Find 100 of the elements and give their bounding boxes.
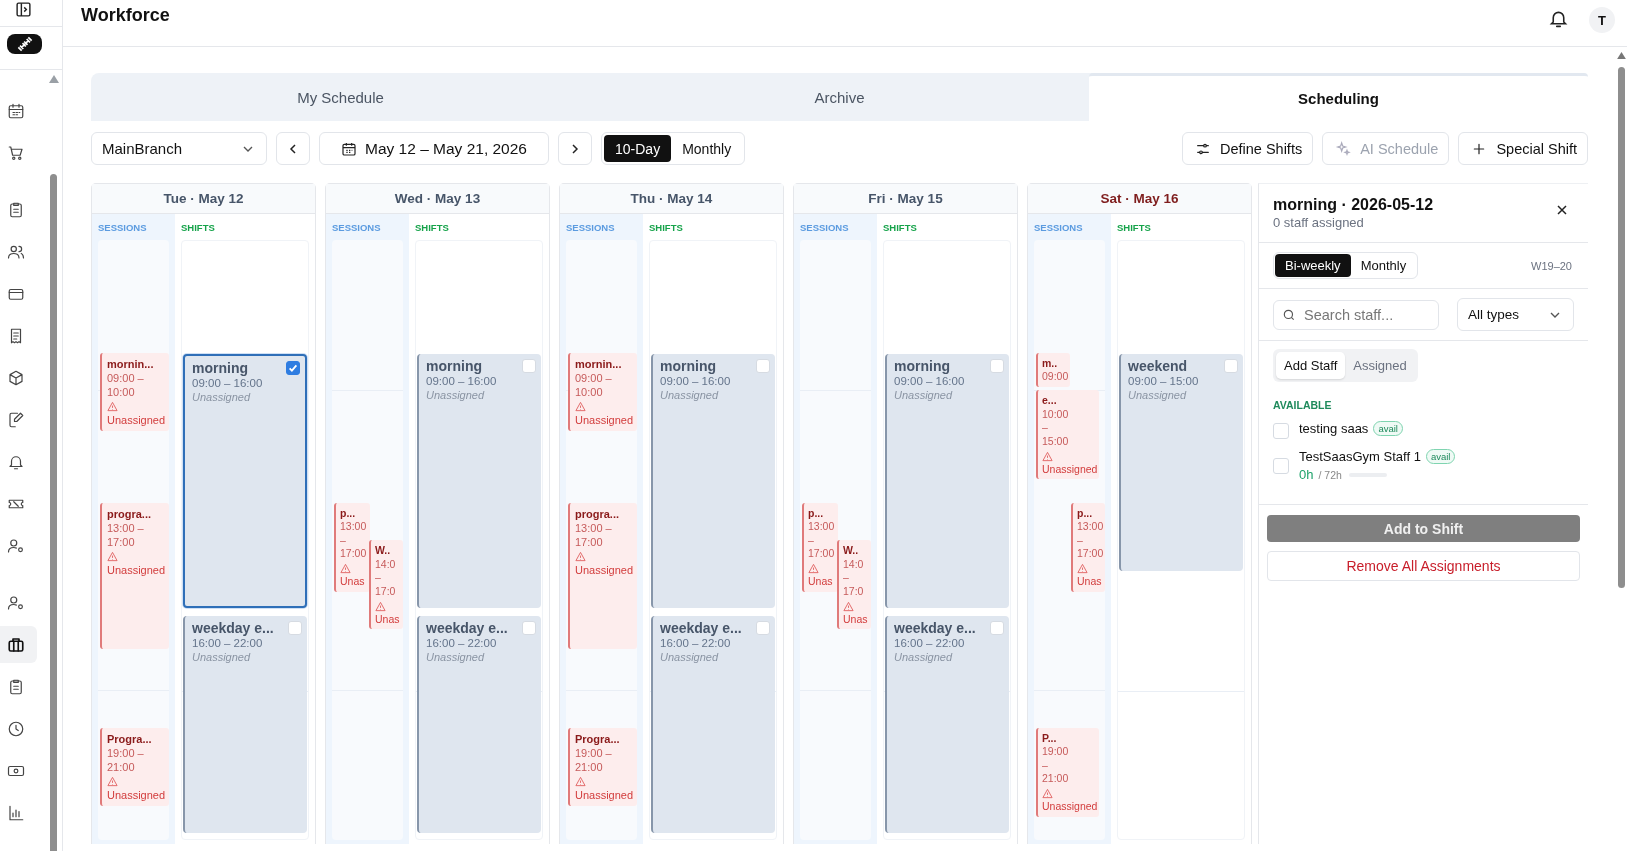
session-card[interactable]: p... 13:00 – 17:00 Unas: [334, 502, 370, 592]
shift-card[interactable]: weekday e... 16:00 – 22:00 Unassigned: [183, 616, 307, 833]
session-status: Unas: [375, 612, 401, 627]
session-card[interactable]: mornin... 09:00 – 10:00 Unassigned: [100, 352, 169, 431]
scroll-up-arrow-icon[interactable]: [49, 75, 59, 83]
tab[interactable]: Scheduling: [1089, 73, 1588, 121]
column-label: SHIFTS: [1117, 220, 1152, 235]
session-card[interactable]: m.. 09:00: [1036, 352, 1071, 387]
period-option[interactable]: Monthly: [1350, 254, 1417, 277]
shift-card[interactable]: weekday e... 16:00 – 22:00 Unassigned: [885, 616, 1009, 833]
shift-card[interactable]: morning 09:00 – 16:00 Unassigned: [885, 353, 1009, 608]
session-card[interactable]: P... 19:00 – 21:00 Unassigned: [1036, 727, 1100, 817]
warning-icon: [575, 551, 586, 563]
shift-card[interactable]: morning 09:00 – 16:00 Unassigned: [183, 353, 307, 608]
session-status: Unassigned: [1042, 800, 1098, 814]
warning-icon: [808, 563, 819, 575]
session-title: W..: [375, 544, 392, 558]
session-title: mornin...: [107, 356, 155, 371]
nav-item[interactable]: [0, 626, 37, 663]
session-title: mornin...: [575, 356, 623, 371]
panel-title: morning · 2026-05-12: [1273, 196, 1434, 214]
date-range-button[interactable]: May 12 – May 21, 2026: [319, 132, 549, 165]
shift-time: 16:00 – 22:00: [894, 637, 966, 649]
calendar-icon: [341, 140, 357, 157]
mode-tab[interactable]: Add Staff: [1276, 352, 1346, 379]
session-status: Unassigned: [107, 563, 167, 578]
action-button[interactable]: Define Shifts: [1181, 132, 1314, 165]
type-select[interactable]: All types: [1457, 298, 1574, 331]
branch-select[interactable]: MainBranch: [91, 132, 267, 165]
session-card[interactable]: progra... 13:00 – 17:00 Unassigned: [568, 502, 637, 649]
column-label: SESSIONS: [566, 220, 616, 235]
week-label: W19–20: [1531, 259, 1572, 272]
session-time: 13:00 – 17:00: [1077, 520, 1104, 562]
session-card[interactable]: mornin... 09:00 – 10:00 Unassigned: [568, 352, 637, 431]
view-option[interactable]: 10-Day: [604, 135, 672, 162]
shift-status: Unassigned: [192, 390, 252, 403]
shift-status: Unassigned: [1128, 388, 1188, 401]
warning-icon: [375, 600, 386, 612]
session-title: W..: [843, 544, 860, 558]
session-card[interactable]: p... 13:00 – 17:00 Unas: [802, 502, 838, 592]
shift-status: Unassigned: [426, 388, 486, 401]
session-title: p...: [808, 506, 825, 521]
sidebar-toggle-icon[interactable]: [15, 1, 32, 18]
column-label: SHIFTS: [181, 220, 216, 235]
period-option[interactable]: Bi-weekly: [1275, 254, 1351, 277]
action-button[interactable]: Special Shift: [1458, 132, 1588, 165]
search-field[interactable]: Search staff...: [1273, 299, 1439, 330]
session-card[interactable]: W.. 14:0 – 17:0 Unas: [837, 540, 871, 630]
staff-name: testing saas: [1299, 421, 1369, 436]
session-time: 14:0 – 17:0: [375, 557, 397, 599]
session-title: e...: [1042, 394, 1058, 408]
checkbox[interactable]: [286, 360, 300, 375]
session-card[interactable]: W.. 14:0 – 17:0 Unas: [369, 540, 403, 630]
remove-all-button[interactable]: Remove All Assignments: [1267, 551, 1580, 581]
session-status: Unassigned: [575, 563, 635, 578]
day-header: Wed · May 13: [326, 184, 549, 214]
session-status: Unas: [843, 612, 869, 627]
session-time: 19:00 – 21:00: [1042, 745, 1070, 787]
view-option[interactable]: Monthly: [671, 135, 743, 162]
session-time: 09:00 – 10:00: [107, 370, 145, 400]
session-title: Progra...: [107, 731, 153, 746]
shift-time: 16:00 – 22:00: [660, 637, 732, 649]
panel-subtitle: 0 staff assigned: [1273, 215, 1365, 230]
shift-card[interactable]: morning 09:00 – 16:00 Unassigned: [417, 353, 541, 608]
shift-title: morning: [894, 357, 951, 374]
shift-card[interactable]: morning 09:00 – 16:00 Unassigned: [651, 353, 775, 608]
warning-icon: [340, 563, 351, 575]
user-gear-icon: [7, 593, 25, 612]
session-title: P...: [1042, 731, 1058, 746]
session-card[interactable]: e... 10:00 – 15:00 Unassigned: [1036, 390, 1100, 480]
session-time: 13:00 – 17:00: [575, 520, 613, 550]
session-time: 19:00 – 21:00: [107, 745, 145, 775]
shift-card[interactable]: weekday e... 16:00 – 22:00 Unassigned: [651, 616, 775, 833]
session-card[interactable]: progra... 13:00 – 17:00 Unassigned: [100, 502, 169, 649]
shift-status: Unassigned: [660, 651, 720, 663]
shift-title: weekday e...: [894, 620, 977, 636]
mode-tab[interactable]: Assigned: [1345, 352, 1415, 379]
session-title: progra...: [107, 506, 152, 521]
availability-badge: avail: [1373, 421, 1403, 436]
session-time: 09:00: [1042, 370, 1069, 384]
tab[interactable]: My Schedule: [91, 73, 590, 121]
shift-card[interactable]: weekend 09:00 – 15:00 Unassigned: [1119, 353, 1243, 571]
column-label: SESSIONS: [1034, 220, 1084, 235]
session-card[interactable]: p... 13:00 – 17:00 Unas: [1071, 502, 1106, 592]
session-status: Unas: [808, 575, 834, 589]
session-card[interactable]: Progra... 19:00 – 21:00 Unassigned: [100, 727, 169, 806]
scrollbar-thumb[interactable]: [50, 174, 57, 851]
scroll-up-arrow-icon[interactable]: [1617, 52, 1626, 59]
tab[interactable]: Archive: [590, 73, 1089, 121]
warning-icon: [843, 600, 854, 612]
session-status: Unassigned: [107, 788, 167, 803]
shift-title: morning: [426, 357, 483, 374]
warning-icon: [1042, 450, 1053, 462]
staff-name: TestSaasGym Staff 1: [1299, 449, 1421, 464]
logo-icon[interactable]: [7, 34, 42, 54]
session-card[interactable]: Progra... 19:00 – 21:00 Unassigned: [568, 727, 637, 806]
avatar[interactable]: T: [1589, 7, 1615, 33]
warning-icon: [107, 776, 118, 788]
session-title: progra...: [575, 506, 620, 521]
shift-card[interactable]: weekday e... 16:00 – 22:00 Unassigned: [417, 616, 541, 833]
